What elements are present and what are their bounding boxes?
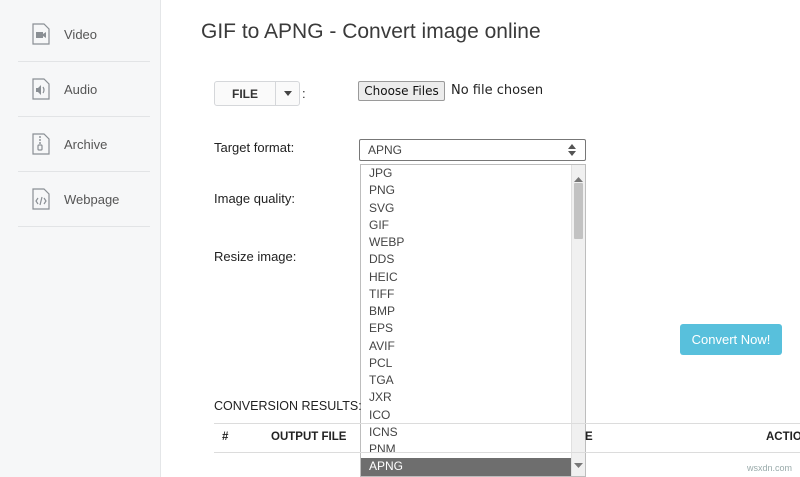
webpage-file-icon [30, 187, 52, 211]
format-option-svg[interactable]: SVG [361, 200, 572, 217]
format-option-ico[interactable]: ICO [361, 407, 572, 424]
watermark: wsxdn.com [746, 463, 792, 473]
format-option-bmp[interactable]: BMP [361, 303, 572, 320]
format-option-jxr[interactable]: JXR [361, 389, 572, 406]
audio-file-icon [30, 77, 52, 101]
sidebar-item-label: Webpage [64, 191, 120, 207]
format-option-tiff[interactable]: TIFF [361, 286, 572, 303]
target-format-label: Target format: [214, 140, 295, 155]
format-option-avif[interactable]: AVIF [361, 338, 572, 355]
conversion-results-title: CONVERSION RESULTS: [214, 399, 362, 413]
sidebar-item-label: Audio [64, 81, 98, 97]
file-source-button[interactable]: FILE [214, 81, 300, 106]
sidebar-item-label: Archive [64, 136, 108, 152]
format-option-heic[interactable]: HEIC [361, 269, 572, 286]
file-colon: : [302, 86, 306, 101]
file-source-label: FILE [215, 82, 276, 105]
sidebar-item-label: Video [64, 26, 98, 42]
format-option-eps[interactable]: EPS [361, 320, 572, 337]
image-quality-label: Image quality: [214, 191, 295, 206]
format-option-tga[interactable]: TGA [361, 372, 572, 389]
format-option-webp[interactable]: WEBP [361, 234, 572, 251]
convert-now-button[interactable]: Convert Now! [680, 324, 782, 355]
col-output-file: OUTPUT FILE [271, 431, 347, 443]
format-option-gif[interactable]: GIF [361, 217, 572, 234]
format-option-png[interactable]: PNG [361, 182, 572, 199]
page-title: GIF to APNG - Convert image online [201, 20, 541, 44]
chevron-down-icon[interactable] [276, 82, 299, 105]
format-option-jpg[interactable]: JPG [361, 165, 572, 182]
col-number: # [222, 431, 229, 443]
video-file-icon [30, 22, 52, 46]
col-size: E [585, 431, 593, 443]
sidebar-item-video[interactable]: Video [18, 7, 150, 62]
sidebar-item-audio[interactable]: Audio [18, 62, 150, 117]
sidebar-item-archive[interactable]: Archive [18, 117, 150, 172]
format-option-dds[interactable]: DDS [361, 251, 572, 268]
selected-format: APNG [368, 143, 403, 157]
resize-image-label: Resize image: [214, 249, 297, 264]
format-option-apng[interactable]: APNG [361, 458, 572, 476]
choose-files-button[interactable]: Choose Files [358, 81, 445, 101]
no-file-text: No file chosen [451, 83, 544, 98]
format-option-pcl[interactable]: PCL [361, 355, 572, 372]
select-arrows-icon [568, 143, 576, 162]
col-actions: ACTIO [766, 431, 800, 443]
results-table-header: # OUTPUT FILE E ACTIO [214, 423, 800, 453]
archive-file-icon [30, 132, 52, 156]
scrollbar-thumb[interactable] [574, 183, 583, 239]
target-format-select[interactable]: APNG [359, 139, 586, 161]
scroll-down-icon[interactable] [574, 456, 583, 474]
sidebar-item-webpage[interactable]: Webpage [18, 172, 150, 227]
sidebar: Video Audio Archive Webpage [0, 0, 161, 477]
